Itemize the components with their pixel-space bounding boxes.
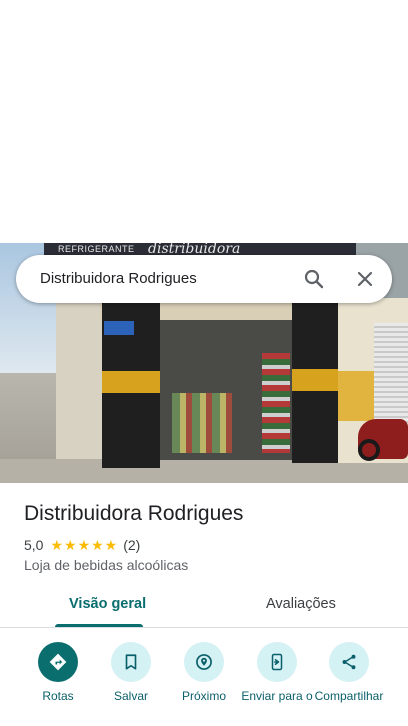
- rating-value: 5,0: [24, 537, 44, 553]
- search-bar[interactable]: Distribuidora Rodrigues: [16, 255, 392, 303]
- photo-street-plate: [104, 321, 134, 335]
- share-icon: [342, 654, 356, 670]
- nearby-label: Próximo: [181, 689, 226, 703]
- photo-stripe-right: [292, 369, 338, 391]
- directions-circle: [38, 642, 78, 682]
- directions-label: Rotas: [42, 689, 74, 703]
- tab-divider: [0, 627, 408, 628]
- directions-button[interactable]: Rotas: [21, 640, 95, 703]
- save-label: Salvar: [113, 689, 148, 703]
- share-button[interactable]: Compartilhar: [312, 640, 386, 703]
- photo-shelf: [262, 353, 290, 453]
- send-circle: [257, 642, 297, 682]
- place-category: Loja de bebidas alcoólicas: [24, 557, 189, 573]
- save-circle: [111, 642, 151, 682]
- send-label: Enviar para o: [241, 689, 313, 703]
- photo-wheel: [358, 439, 380, 461]
- bookmark-icon: [125, 654, 137, 670]
- send-to-phone-button[interactable]: Enviar para o: [240, 640, 314, 703]
- tab-reviews[interactable]: Avaliações: [266, 596, 336, 612]
- search-icon[interactable]: [302, 267, 326, 291]
- close-icon[interactable]: [353, 267, 377, 291]
- photo-left-wall: [56, 303, 104, 473]
- photo-shutter: [374, 323, 408, 428]
- rating-stars: ★★★★★: [50, 536, 119, 553]
- rating-row[interactable]: 5,0 ★★★★★ (2): [24, 536, 140, 554]
- sign-left-text: REFRIGERANTE: [58, 244, 135, 254]
- review-count[interactable]: (2): [123, 537, 140, 553]
- nearby-circle: [184, 642, 224, 682]
- photo-fridge: [172, 393, 232, 453]
- nearby-icon: [196, 654, 212, 670]
- photo-stripe-left: [102, 371, 160, 393]
- directions-icon: [49, 653, 67, 671]
- tab-overview[interactable]: Visão geral: [69, 596, 146, 612]
- share-circle: [329, 642, 369, 682]
- share-label: Compartilhar: [314, 689, 384, 703]
- save-button[interactable]: Salvar: [94, 640, 168, 703]
- send-to-phone-icon: [271, 653, 283, 671]
- place-title: Distribuidora Rodrigues: [24, 502, 244, 525]
- search-input[interactable]: Distribuidora Rodrigues: [40, 270, 197, 287]
- nearby-button[interactable]: Próximo: [167, 640, 241, 703]
- map-area-blank: [0, 0, 408, 243]
